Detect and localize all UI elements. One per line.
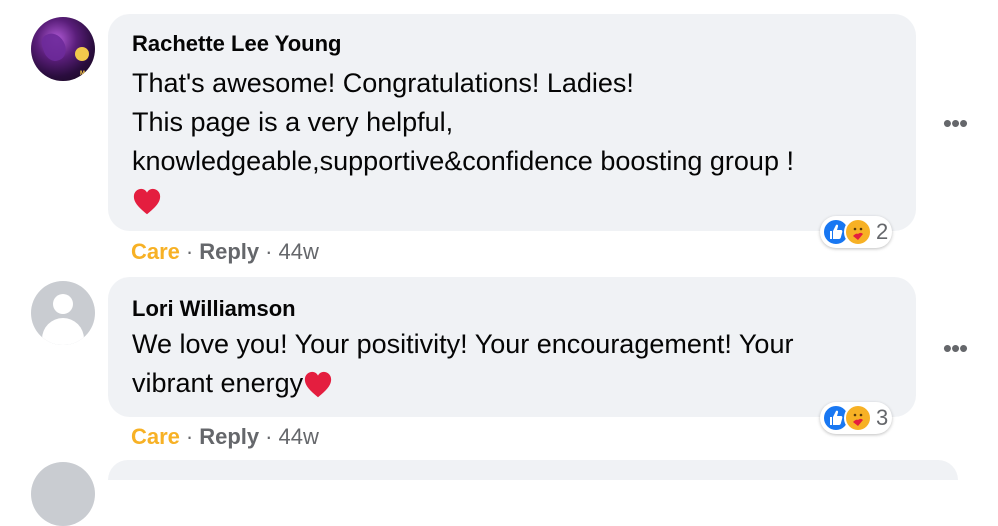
default-avatar[interactable]: [31, 281, 95, 345]
comment-text: We love you! Your positivity! Your encou…: [132, 325, 793, 403]
next-comment-avatar[interactable]: [31, 462, 95, 526]
comment-author[interactable]: Lori Williamson: [132, 296, 296, 322]
comment-bubble: Lori Williamson We love you! Your positi…: [108, 277, 916, 417]
previous-comment-actions: [135, 0, 255, 6]
separator: ·: [265, 239, 273, 264]
more-options-button[interactable]: •••: [940, 335, 970, 361]
reaction-summary[interactable]: 3: [820, 402, 893, 434]
comment-body: That's awesome! Congratulations! Ladies!…: [132, 68, 794, 176]
separator: ·: [185, 424, 194, 449]
avatar-caption: May 31: [80, 71, 92, 81]
reply-link[interactable]: Reply: [199, 239, 259, 264]
comment-text: That's awesome! Congratulations! Ladies!…: [132, 64, 794, 220]
reaction-count: 3: [876, 405, 889, 430]
separator: ·: [185, 239, 194, 264]
reply-link[interactable]: Reply: [199, 424, 259, 449]
comment-body: We love you! Your positivity! Your encou…: [132, 329, 794, 398]
care-reaction-icon: [844, 218, 872, 246]
heart-emoji-icon: [304, 371, 332, 398]
avatar[interactable]: May 31: [31, 17, 95, 81]
care-reaction-link[interactable]: Care: [131, 424, 180, 449]
care-reaction-link[interactable]: Care: [131, 239, 180, 264]
comment-actions: Care · Reply · 44w: [131, 424, 319, 450]
more-options-button[interactable]: •••: [940, 110, 970, 136]
heart-emoji-icon: [133, 188, 161, 215]
comment-timestamp[interactable]: 44w: [279, 239, 319, 264]
avatar-head-shape: [53, 294, 73, 314]
next-comment-bubble: [108, 460, 958, 480]
reaction-summary[interactable]: 2: [820, 216, 893, 248]
separator: ·: [265, 424, 273, 449]
care-reaction-icon: [844, 404, 872, 432]
comment-bubble: Rachette Lee Young That's awesome! Congr…: [108, 14, 916, 231]
comment-author[interactable]: Rachette Lee Young: [132, 31, 341, 57]
avatar-body-shape: [42, 318, 84, 345]
comment-actions: Care · Reply · 44w: [131, 239, 319, 265]
comment-timestamp[interactable]: 44w: [279, 424, 319, 449]
reaction-count: 2: [876, 219, 889, 244]
